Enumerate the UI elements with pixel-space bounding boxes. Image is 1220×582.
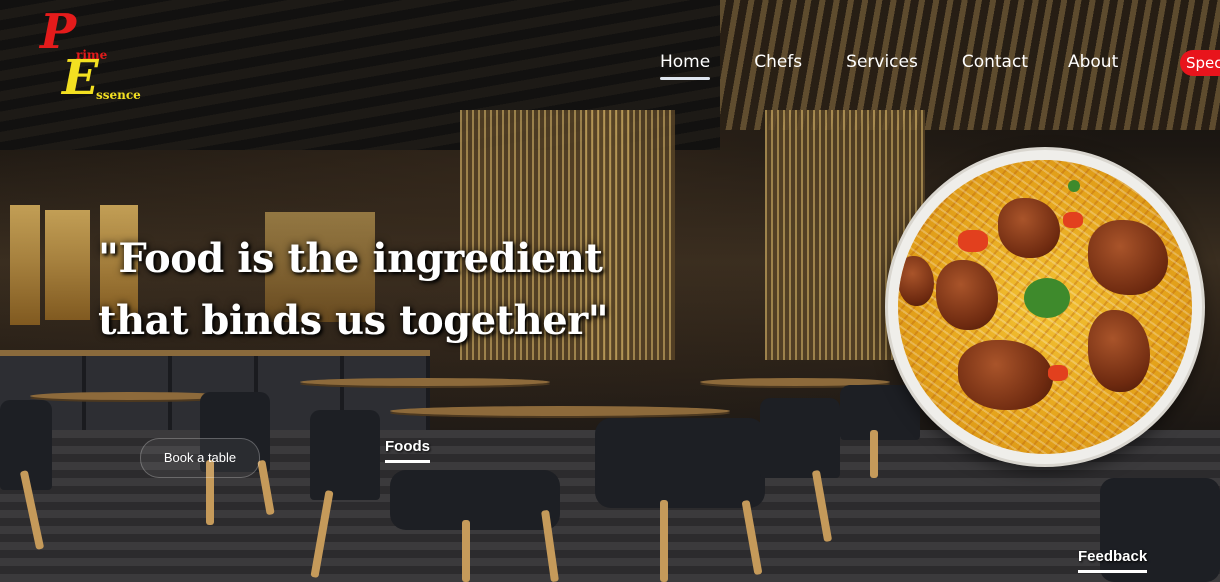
chair xyxy=(595,418,765,508)
window-light xyxy=(10,205,40,325)
nav-home[interactable]: Home xyxy=(660,52,711,80)
herb-garnish xyxy=(1024,278,1070,318)
main-nav: Home Chefs Services Contact About xyxy=(660,52,1162,80)
foods-link[interactable]: Foods xyxy=(385,438,430,463)
chair xyxy=(840,385,920,440)
meat-piece xyxy=(1088,220,1168,295)
window-light xyxy=(45,210,90,320)
chair xyxy=(390,470,560,530)
logo[interactable]: P rime E ssence xyxy=(40,4,150,122)
chair xyxy=(760,398,840,478)
hero-quote: "Food is the ingredient that binds us to… xyxy=(98,228,609,352)
chair xyxy=(310,410,380,500)
meat-piece xyxy=(998,198,1060,258)
table xyxy=(390,406,730,416)
nav-contact[interactable]: Contact xyxy=(962,52,1028,72)
nav-about[interactable]: About xyxy=(1068,52,1118,72)
chair-leg xyxy=(660,500,668,582)
tomato xyxy=(1048,365,1068,381)
feedback-link[interactable]: Feedback xyxy=(1078,548,1148,573)
chair-leg xyxy=(462,520,470,582)
meat-piece xyxy=(936,260,998,330)
table xyxy=(300,378,550,386)
tomato xyxy=(1063,212,1083,228)
meat-piece xyxy=(898,256,934,306)
nav-services[interactable]: Services xyxy=(846,52,918,72)
nav-chefs[interactable]: Chefs xyxy=(754,52,802,72)
hero-quote-line-2: that binds us together" xyxy=(98,297,609,344)
meat-piece xyxy=(1088,310,1150,392)
rice xyxy=(898,160,1192,454)
special-button[interactable]: Spec xyxy=(1180,50,1220,76)
book-table-button[interactable]: Book a table xyxy=(140,438,260,478)
meat-piece xyxy=(958,340,1053,410)
tomato xyxy=(958,230,988,252)
herb-garnish xyxy=(1068,180,1080,192)
hero-quote-line-1: "Food is the ingredient xyxy=(98,235,603,282)
logo-word-ssence: ssence xyxy=(96,88,141,102)
chair-leg xyxy=(870,430,878,478)
biryani-bowl-image xyxy=(888,150,1202,464)
logo-letter-e: E xyxy=(62,50,99,106)
